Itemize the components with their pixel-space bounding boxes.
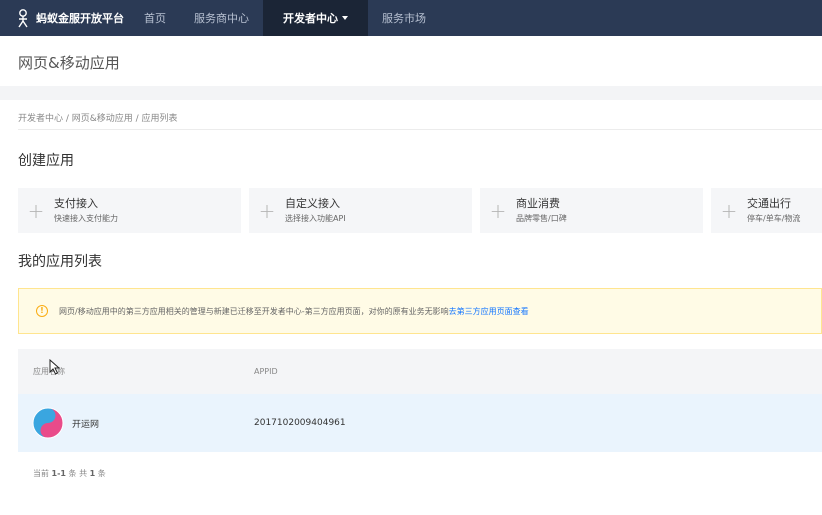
nav-developer-center[interactable]: 开发者中心 <box>263 0 368 36</box>
brand-name: 蚂蚁金服开放平台 <box>36 12 124 25</box>
card-subtitle: 品牌零售/口碑 <box>516 213 567 223</box>
app-name-cell: 开运网 <box>18 407 254 439</box>
mouse-cursor-icon <box>49 359 61 375</box>
card-subtitle: 快速接入支付能力 <box>54 213 118 223</box>
page-header: 网页&移动应用 <box>0 36 822 86</box>
app-appid: 2017102009404961 <box>254 418 346 428</box>
pagination-suffix: 条 <box>97 468 106 478</box>
notice-link[interactable]: 去第三方应用页面查看 <box>449 306 529 317</box>
pagination-range: 1-1 <box>51 468 66 478</box>
app-table: 应用名称 APPID 开运网 2017102009404961 当前 1-1 条… <box>18 349 822 494</box>
nav-developer-center-label: 开发者中心 <box>283 12 338 25</box>
create-app-cards: + 支付接入 快速接入支付能力 + 自定义接入 选择接入功能API + 商业消费… <box>18 188 822 233</box>
breadcrumb: 开发者中心 / 网页&移动应用 / 应用列表 <box>18 114 178 124</box>
plus-icon: + <box>258 198 276 223</box>
plus-icon: + <box>720 198 738 223</box>
card-title: 商业消费 <box>516 196 560 210</box>
nav-provider-center[interactable]: 服务商中心 <box>180 0 263 36</box>
pagination-mid: 条 共 <box>68 468 88 478</box>
migration-notice: ! 网页/移动应用中的第三方应用相关的管理与新建已迁移至开发者中心-第三方应用页… <box>18 288 822 334</box>
card-transport[interactable]: + 交通出行 停车/单车/物流 <box>711 188 822 233</box>
nav-home[interactable]: 首页 <box>130 0 180 36</box>
plus-icon: + <box>489 198 507 223</box>
caret-down-icon <box>342 16 348 20</box>
table-row[interactable]: 开运网 2017102009404961 <box>18 394 822 452</box>
pagination-summary: 当前 1-1 条 共 1 条 <box>18 452 822 494</box>
brand[interactable]: 蚂蚁金服开放平台 <box>0 0 130 36</box>
app-name[interactable]: 开运网 <box>72 417 99 430</box>
card-title: 自定义接入 <box>285 196 340 210</box>
card-subtitle: 选择接入功能API <box>285 213 346 223</box>
pagination-prefix: 当前 <box>33 468 49 478</box>
divider <box>18 129 822 130</box>
top-navigation: 蚂蚁金服开放平台 首页 服务商中心 开发者中心 服务市场 <box>0 0 822 36</box>
card-title: 支付接入 <box>54 196 98 210</box>
column-appid: APPID <box>254 367 278 376</box>
table-header: 应用名称 APPID <box>18 349 822 394</box>
card-subtitle: 停车/单车/物流 <box>747 213 801 223</box>
page-title: 网页&移动应用 <box>18 54 120 72</box>
create-app-title: 创建应用 <box>18 153 74 169</box>
plus-icon: + <box>27 198 45 223</box>
card-commerce[interactable]: + 商业消费 品牌零售/口碑 <box>480 188 703 233</box>
nav-service-market[interactable]: 服务市场 <box>368 0 440 36</box>
app-avatar-icon <box>32 407 64 439</box>
info-circle-icon: ! <box>36 305 48 317</box>
notice-text: 网页/移动应用中的第三方应用相关的管理与新建已迁移至开发者中心-第三方应用页面，… <box>59 306 449 316</box>
card-payment[interactable]: + 支付接入 快速接入支付能力 <box>18 188 241 233</box>
card-custom[interactable]: + 自定义接入 选择接入功能API <box>249 188 472 233</box>
pagination-total: 1 <box>89 468 96 478</box>
my-app-list-title: 我的应用列表 <box>18 254 102 270</box>
card-title: 交通出行 <box>747 196 791 210</box>
main-content: 开发者中心 / 网页&移动应用 / 应用列表 创建应用 + 支付接入 快速接入支… <box>0 100 822 515</box>
ant-logo-icon <box>18 9 28 28</box>
